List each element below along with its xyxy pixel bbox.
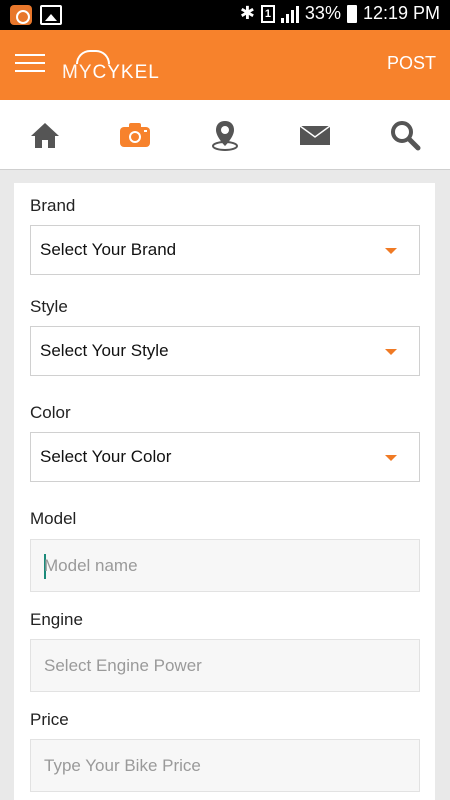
menu-icon[interactable] [15, 54, 45, 76]
engine-input[interactable]: Select Engine Power [30, 639, 420, 692]
battery-percent: 33% [304, 3, 341, 23]
style-select[interactable]: Select Your Style [30, 326, 420, 376]
mail-icon[interactable] [298, 118, 332, 152]
signal-icon [280, 5, 299, 23]
engine-label: Engine [30, 610, 83, 629]
color-select[interactable]: Select Your Color [30, 432, 420, 482]
brand-select[interactable]: Select Your Brand [30, 225, 420, 275]
model-placeholder: Model name [44, 556, 138, 575]
sim-icon: 1 [260, 4, 275, 23]
price-input[interactable]: Type Your Bike Price [30, 739, 420, 792]
model-label: Model [30, 509, 77, 528]
price-label: Price [30, 710, 69, 729]
engine-placeholder: Select Engine Power [44, 656, 202, 675]
map-pin-icon[interactable] [208, 118, 242, 152]
logo-my: MY [62, 62, 93, 83]
style-dropdown-icon [385, 349, 397, 355]
status-bar: ✱ 1 33% 12:19 PM [0, 0, 450, 30]
tab-bar [0, 100, 450, 170]
search-icon[interactable] [388, 118, 422, 152]
app-notification-icon [10, 5, 32, 25]
color-select-value: Select Your Color [40, 447, 172, 466]
post-form: Brand Select Your Brand Style Select You… [14, 183, 435, 800]
model-input[interactable]: Model name [30, 539, 420, 592]
color-label: Color [30, 403, 71, 422]
camera-icon[interactable] [118, 118, 152, 152]
logo-cykel: CYKEL [92, 62, 160, 83]
home-icon[interactable] [28, 118, 62, 152]
app-bar: MYCYKEL POST [0, 30, 450, 100]
bluetooth-icon: ✱ [239, 3, 255, 23]
style-label: Style [30, 297, 68, 316]
battery-icon [346, 4, 357, 23]
brand-label: Brand [30, 196, 76, 215]
color-dropdown-icon [385, 455, 397, 461]
price-placeholder: Type Your Bike Price [44, 756, 201, 775]
post-button[interactable]: POST [387, 53, 436, 74]
style-select-value: Select Your Style [40, 341, 169, 360]
image-notification-icon [40, 5, 62, 25]
brand-select-value: Select Your Brand [40, 240, 177, 259]
clock: 12:19 PM [362, 3, 440, 23]
brand-dropdown-icon [385, 248, 397, 254]
